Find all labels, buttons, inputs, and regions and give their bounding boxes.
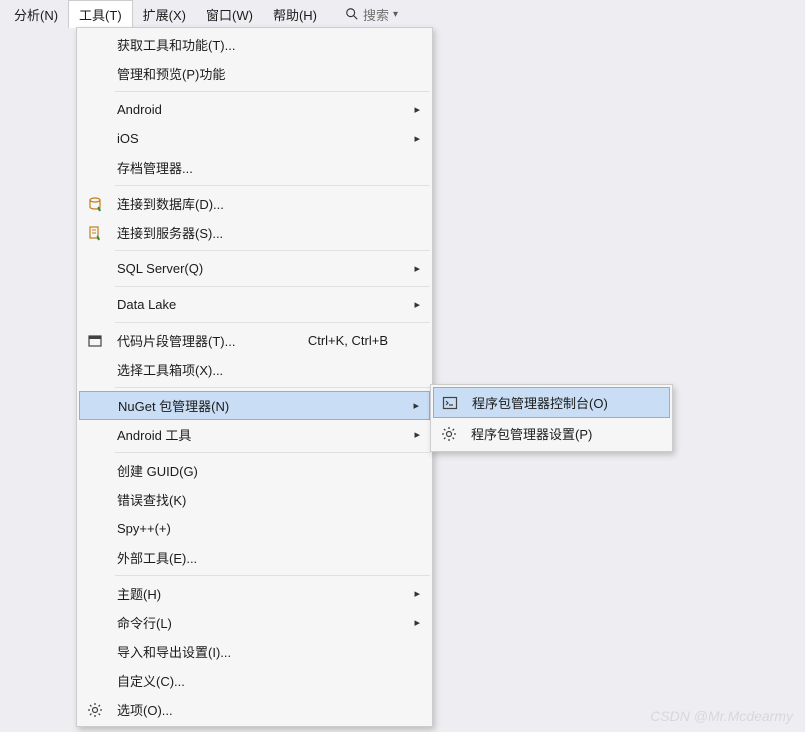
menu-item-archive-manager[interactable]: 存档管理器... [79, 153, 430, 182]
menu-item-sql-server[interactable]: SQL Server(Q)▸ [79, 254, 430, 283]
menu-item-connect-database[interactable]: 连接到数据库(D)... [79, 189, 430, 218]
submenu-arrow-icon: ▸ [406, 616, 420, 629]
search-label: 搜索 [363, 5, 389, 24]
separator [115, 387, 430, 388]
chevron-down-icon: ▾ [393, 9, 398, 20]
menu-item-connect-server[interactable]: 连接到服务器(S)... [79, 218, 430, 247]
menu-item-error-lookup[interactable]: 错误查找(K) [79, 485, 430, 514]
separator [115, 91, 430, 92]
menubar-item-window[interactable]: 窗口(W) [196, 0, 263, 28]
submenu-arrow-icon: ▸ [405, 399, 419, 412]
console-icon [442, 395, 458, 411]
menu-item-import-export[interactable]: 导入和导出设置(I)... [79, 637, 430, 666]
submenu-arrow-icon: ▸ [406, 298, 420, 311]
submenu-arrow-icon: ▸ [406, 262, 420, 275]
submenu-arrow-icon: ▸ [406, 428, 420, 441]
gear-icon [87, 702, 103, 718]
menu-item-code-snippets[interactable]: 代码片段管理器(T)...Ctrl+K, Ctrl+B [79, 326, 430, 355]
nuget-submenu: 程序包管理器控制台(O) 程序包管理器设置(P) [430, 384, 673, 452]
menu-item-choose-toolbox[interactable]: 选择工具箱项(X)... [79, 355, 430, 384]
submenu-item-settings[interactable]: 程序包管理器设置(P) [433, 418, 670, 449]
menubar: 分析(N) 工具(T) 扩展(X) 窗口(W) 帮助(H) 搜索 ▾ [0, 0, 805, 28]
menu-item-nuget[interactable]: NuGet 包管理器(N)▸ [79, 391, 430, 420]
menu-item-data-lake[interactable]: Data Lake▸ [79, 290, 430, 319]
separator [115, 452, 430, 453]
menu-item-spy[interactable]: Spy++(+) [79, 514, 430, 543]
menubar-item-analyze[interactable]: 分析(N) [4, 0, 68, 28]
menu-item-theme[interactable]: 主题(H)▸ [79, 579, 430, 608]
menu-item-ios[interactable]: iOS▸ [79, 124, 430, 153]
separator [115, 575, 430, 576]
server-icon [87, 225, 103, 241]
menu-item-external-tools[interactable]: 外部工具(E)... [79, 543, 430, 572]
menu-item-android-tools[interactable]: Android 工具▸ [79, 420, 430, 449]
tools-menu: 获取工具和功能(T)... 管理和预览(P)功能 Android▸ iOS▸ 存… [76, 27, 433, 727]
gear-icon [441, 426, 457, 442]
menubar-item-tools[interactable]: 工具(T) [68, 0, 133, 28]
menu-item-manage-preview[interactable]: 管理和预览(P)功能 [79, 59, 430, 88]
search-icon [345, 7, 359, 21]
menu-item-command-line[interactable]: 命令行(L)▸ [79, 608, 430, 637]
menubar-item-help[interactable]: 帮助(H) [263, 0, 327, 28]
menu-item-create-guid[interactable]: 创建 GUID(G) [79, 456, 430, 485]
submenu-item-console[interactable]: 程序包管理器控制台(O) [433, 387, 670, 418]
menu-item-options[interactable]: 选项(O)... [79, 695, 430, 724]
menu-item-get-tools[interactable]: 获取工具和功能(T)... [79, 30, 430, 59]
search-box[interactable]: 搜索 ▾ [345, 5, 398, 24]
separator [115, 185, 430, 186]
submenu-arrow-icon: ▸ [406, 132, 420, 145]
menu-item-customize[interactable]: 自定义(C)... [79, 666, 430, 695]
separator [115, 250, 430, 251]
submenu-arrow-icon: ▸ [406, 587, 420, 600]
snippet-icon [87, 333, 103, 349]
shortcut-text: Ctrl+K, Ctrl+B [308, 333, 406, 348]
menubar-item-extensions[interactable]: 扩展(X) [133, 0, 196, 28]
separator [115, 286, 430, 287]
menu-item-android[interactable]: Android▸ [79, 95, 430, 124]
watermark: CSDN @Mr.Mcdearmy [650, 708, 793, 724]
separator [115, 322, 430, 323]
submenu-arrow-icon: ▸ [406, 103, 420, 116]
database-icon [87, 196, 103, 212]
